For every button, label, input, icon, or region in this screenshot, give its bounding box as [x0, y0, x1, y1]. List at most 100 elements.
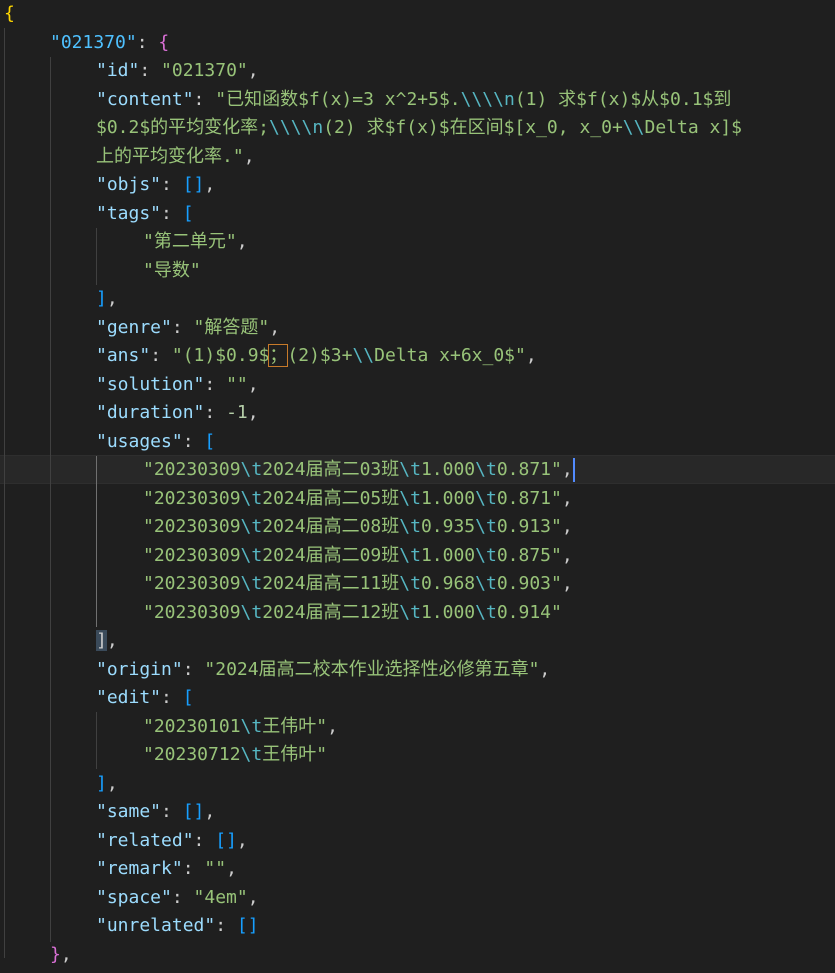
code-line[interactable]: {	[4, 0, 15, 29]
code-token: "duration"	[96, 402, 205, 423]
code-token: "20230309	[143, 573, 241, 594]
code-token: "genre"	[96, 316, 172, 338]
code-token: 1.000	[420, 487, 476, 509]
code-line[interactable]: "ans": "(1)$0.9$；(2)$3+\\Delta x+6x_0$",	[96, 342, 537, 371]
code-token: 王伟叶"	[262, 744, 328, 765]
code-line[interactable]: "tags": [	[96, 200, 194, 229]
code-line[interactable]: "20230309\t2024届高二03班\t1.000\t0.871",	[143, 456, 575, 485]
code-line[interactable]: "unrelated": []	[96, 912, 259, 941]
code-token: ,	[236, 829, 248, 851]
code-token: :	[204, 373, 227, 395]
code-line[interactable]: "edit": [	[96, 684, 194, 713]
code-line[interactable]: "solution": "",	[96, 371, 259, 400]
code-token: ,	[204, 174, 216, 195]
code-token: ,	[539, 658, 551, 680]
code-token: "content"	[96, 88, 194, 110]
code-token: -1	[226, 402, 248, 423]
code-token: 2024届高二03班	[262, 459, 400, 480]
code-token: 1.000	[420, 601, 476, 623]
code-line[interactable]: "space": "4em",	[96, 884, 259, 913]
code-line[interactable]: "objs": [],	[96, 171, 215, 200]
code-token: "unrelated"	[96, 915, 216, 936]
code-token: ]	[96, 630, 107, 651]
code-line[interactable]: "20230309\t2024届高二12班\t1.000\t0.914"	[143, 599, 562, 628]
code-line[interactable]: ],	[96, 285, 118, 314]
code-line[interactable]: "duration": -1,	[96, 399, 259, 428]
code-token: "tags"	[96, 202, 162, 224]
code-token: ,	[247, 373, 259, 395]
code-token: ""	[226, 373, 248, 395]
code-line[interactable]: "20230309\t2024届高二08班\t0.935\t0.913",	[143, 513, 573, 542]
code-token: :	[139, 60, 162, 81]
code-token: (2) 求$f(x)$在区间$[x_0, x_0+	[323, 117, 623, 138]
code-token: "solution"	[96, 373, 205, 395]
code-token: [	[182, 687, 194, 708]
code-token: 2024届高二08班	[262, 516, 400, 537]
code-line[interactable]: "id": "021370",	[96, 57, 259, 86]
code-line[interactable]: "20230101\t王伟叶",	[143, 713, 338, 742]
code-token: 2024届高二05班	[262, 487, 400, 509]
code-token: \\	[622, 117, 645, 138]
code-line[interactable]: "usages": [	[96, 428, 215, 457]
code-token: \t	[475, 573, 497, 594]
code-token: \t	[240, 715, 263, 737]
code-token: "4em"	[193, 886, 248, 908]
code-line[interactable]: "origin": "2024届高二校本作业选择性必修第五章",	[96, 656, 550, 685]
code-line[interactable]: "20230309\t2024届高二09班\t1.000\t0.875",	[143, 542, 573, 571]
code-token: (1) 求$f(x)$从$0.1$到	[514, 88, 732, 110]
code-token: :	[161, 202, 183, 224]
code-token: \\\\n	[269, 117, 324, 138]
code-token: "id"	[96, 60, 140, 81]
code-token: 0.871"	[496, 487, 562, 509]
code-token: "解答题"	[193, 316, 270, 338]
code-line[interactable]: ],	[96, 770, 118, 799]
code-token: Delta x]$	[644, 117, 743, 138]
code-token: :	[193, 829, 216, 851]
code-token: "same"	[96, 801, 162, 822]
code-line[interactable]: "related": [],	[96, 827, 248, 856]
code-token: \t	[475, 544, 497, 566]
code-line[interactable]: $0.2$的平均变化率;\\\\n(2) 求$f(x)$在区间$[x_0, x_…	[96, 114, 742, 143]
code-token: "导数"	[143, 259, 201, 281]
code-token: 0.875"	[496, 544, 562, 566]
code-token: (2)$3+	[287, 345, 353, 366]
code-line[interactable]: 上的平均变化率.",	[96, 143, 255, 172]
code-token: :	[182, 430, 205, 452]
code-token: $0.2$的平均变化率;	[96, 117, 270, 138]
code-token: \t	[399, 516, 421, 537]
code-token: \t	[399, 459, 421, 480]
code-line[interactable]: },	[50, 941, 72, 970]
code-token: [	[204, 430, 216, 452]
code-line[interactable]: "remark": "",	[96, 855, 237, 884]
code-token: :	[161, 801, 183, 822]
code-editor[interactable]: { "021370": {"id": "021370", "content": "已…	[0, 0, 835, 973]
code-token: "20230309	[143, 487, 241, 509]
code-token: \\\\n	[460, 88, 515, 110]
code-token: ,	[60, 943, 72, 965]
code-token: :	[161, 174, 183, 195]
code-token: \t	[240, 744, 263, 765]
code-token: :	[171, 886, 194, 908]
code-token: ""	[204, 858, 227, 879]
text-cursor	[572, 458, 575, 482]
code-line[interactable]: "same": [],	[96, 798, 215, 827]
code-token: [	[182, 202, 194, 224]
code-token: ,	[226, 858, 237, 879]
code-line[interactable]: ],	[96, 627, 118, 656]
code-token: \t	[240, 487, 263, 509]
code-line[interactable]: "20230712\t王伟叶"	[143, 741, 327, 770]
code-line[interactable]: "content": "已知函数$f(x)=3 x^2+5$.\\\\n(1) …	[96, 86, 731, 115]
code-token: ,	[269, 316, 281, 338]
code-line[interactable]: "021370": {	[50, 29, 169, 58]
code-token: []	[215, 829, 237, 851]
code-line[interactable]: "导数"	[143, 257, 201, 286]
code-line[interactable]: "20230309\t2024届高二11班\t0.968\t0.903",	[143, 570, 573, 599]
code-line[interactable]: "第二单元",	[143, 228, 248, 257]
code-token: "第二单元"	[143, 231, 237, 252]
code-token: \t	[240, 573, 263, 594]
code-token: 2024届高二12班	[262, 601, 400, 623]
code-token: "20230309	[143, 459, 241, 480]
code-line[interactable]: "genre": "解答题",	[96, 314, 280, 343]
code-line[interactable]: "20230309\t2024届高二05班\t1.000\t0.871",	[143, 485, 573, 514]
code-token: []	[182, 801, 205, 822]
